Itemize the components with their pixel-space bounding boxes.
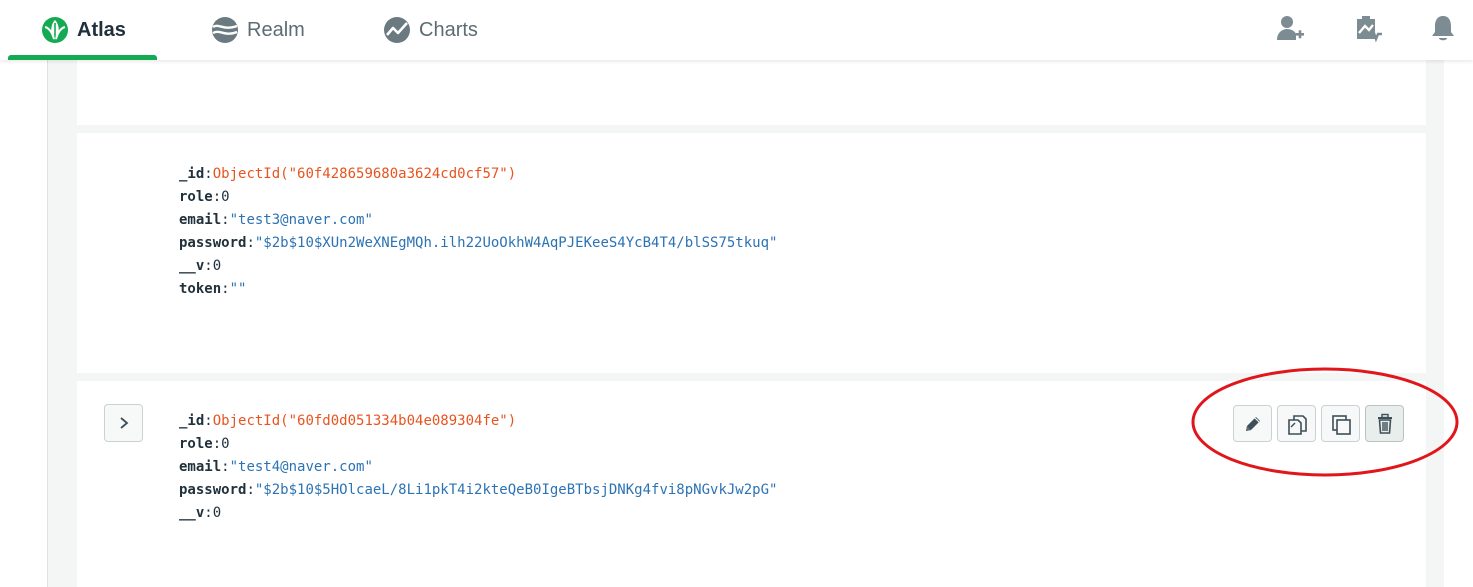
field-row-email: email:"test4@naver.com" xyxy=(179,459,373,475)
expand-document-button[interactable] xyxy=(104,404,143,442)
field-value: "" xyxy=(229,281,247,297)
invite-user-icon[interactable] xyxy=(1275,13,1305,43)
field-row-role: role:0 xyxy=(179,189,230,205)
field-row-token: token:"" xyxy=(179,281,247,297)
field-row-role: role:0 xyxy=(179,436,230,452)
activity-feed-icon[interactable] xyxy=(1353,13,1383,43)
top-navigation: Atlas Realm Charts xyxy=(0,0,1473,60)
field-key: password xyxy=(179,482,247,498)
field-row-id: _id:ObjectId("60fd0d051334b04e089304fe") xyxy=(179,413,517,429)
bell-icon[interactable] xyxy=(1428,13,1458,43)
pencil-icon xyxy=(1245,416,1260,431)
edit-document-button[interactable] xyxy=(1233,405,1272,442)
tab-charts[interactable]: Charts xyxy=(382,0,478,60)
document-card xyxy=(77,60,1426,125)
tab-realm[interactable]: Realm xyxy=(210,0,305,60)
delete-document-button[interactable] xyxy=(1365,405,1404,442)
document-fields: _id:ObjectId("60fd0d051334b04e089304fe")… xyxy=(179,410,777,525)
field-key: __v xyxy=(179,258,205,274)
copy-document-icon xyxy=(1287,414,1307,435)
atlas-leaf-icon xyxy=(42,17,68,43)
field-key: role xyxy=(179,189,213,205)
document-card: _id:ObjectId("60fd0d051334b04e089304fe")… xyxy=(77,381,1426,587)
tab-atlas-label: Atlas xyxy=(77,18,126,41)
document-fields: _id:ObjectId("60f428659680a3624cd0cf57")… xyxy=(179,163,777,301)
tab-atlas[interactable]: Atlas xyxy=(8,0,157,60)
clone-document-button[interactable] xyxy=(1321,405,1360,442)
field-row-password: password:"$2b$10$XUn2WeXNEgMQh.ilh22UoOk… xyxy=(179,235,778,251)
tab-charts-label: Charts xyxy=(419,18,478,41)
field-key: token xyxy=(179,281,222,297)
field-row-version: __v:0 xyxy=(179,505,222,521)
copy-document-button[interactable] xyxy=(1277,405,1316,442)
realm-icon xyxy=(212,17,238,43)
trash-icon xyxy=(1377,413,1392,434)
field-value: ObjectId("60fd0d051334b04e089304fe") xyxy=(212,413,517,429)
active-tab-underline xyxy=(8,55,157,60)
field-value: "$2b$10$XUn2WeXNEgMQh.ilh22UoOkhW4AqPJEK… xyxy=(254,235,778,251)
document-card: _id:ObjectId("60f428659680a3624cd0cf57")… xyxy=(77,133,1426,373)
field-value: 0 xyxy=(212,258,222,274)
field-value: "test3@naver.com" xyxy=(229,212,373,228)
field-value: 0 xyxy=(212,505,222,521)
field-key: _id xyxy=(179,166,205,182)
field-key: email xyxy=(179,459,222,475)
field-key: __v xyxy=(179,505,205,521)
field-key: email xyxy=(179,212,222,228)
tab-realm-label: Realm xyxy=(247,18,305,41)
field-value: ObjectId("60f428659680a3624cd0cf57") xyxy=(212,166,517,182)
chevron-right-icon xyxy=(119,417,128,429)
field-key: _id xyxy=(179,413,205,429)
charts-icon xyxy=(384,17,410,43)
field-value: "$2b$10$5HOlcaeL/8Li1pkT4i2kteQeB0IgeBTb… xyxy=(254,482,778,498)
field-value: "test4@naver.com" xyxy=(229,459,373,475)
clone-document-icon xyxy=(1331,414,1351,435)
field-row-email: email:"test3@naver.com" xyxy=(179,212,373,228)
field-row-id: _id:ObjectId("60f428659680a3624cd0cf57") xyxy=(179,166,517,182)
field-row-password: password:"$2b$10$5HOlcaeL/8Li1pkT4i2kteQ… xyxy=(179,482,778,498)
field-key: role xyxy=(179,436,213,452)
field-row-version: __v:0 xyxy=(179,258,222,274)
field-key: password xyxy=(179,235,247,251)
field-value: 0 xyxy=(221,436,230,452)
field-value: 0 xyxy=(221,189,230,205)
